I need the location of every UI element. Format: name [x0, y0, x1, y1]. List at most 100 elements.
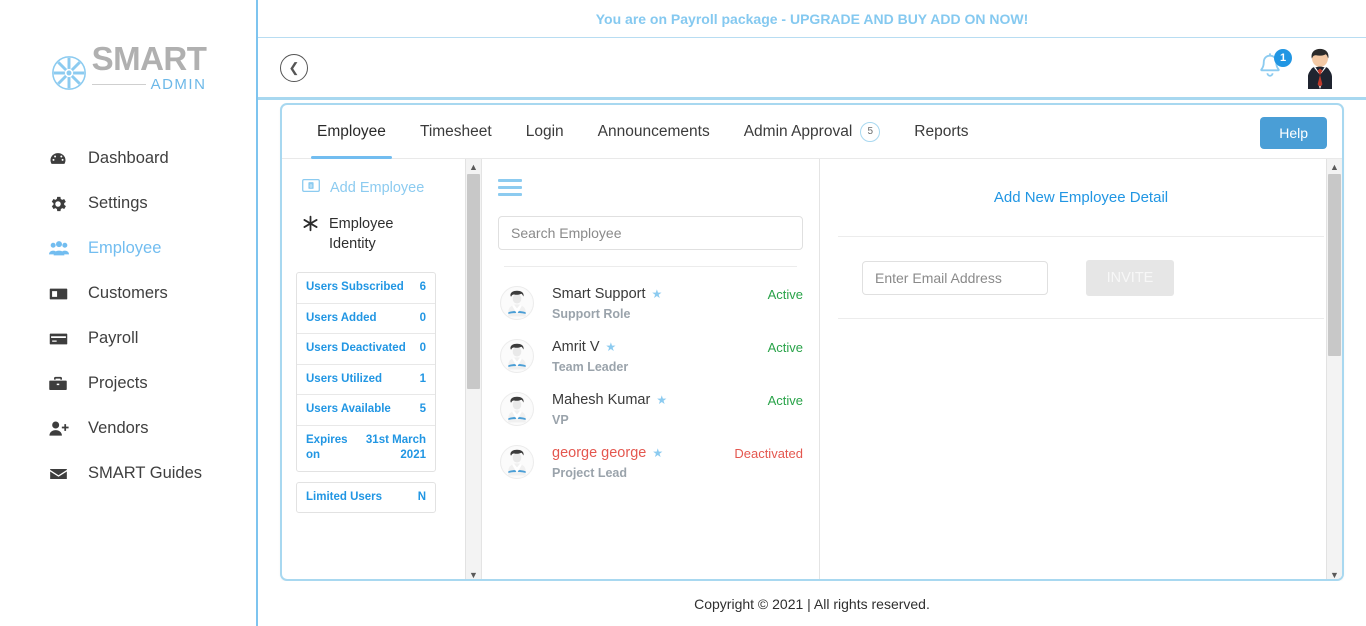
employee-name: george george: [552, 445, 646, 461]
status-badge: Active: [768, 339, 803, 355]
tab-admin-approval[interactable]: Admin Approval 5: [727, 105, 898, 158]
stat-label: Users Subscribed: [306, 280, 404, 296]
briefcase-icon: [48, 373, 74, 395]
tab-announcements[interactable]: Announcements: [581, 105, 727, 158]
stat-value: 0: [420, 311, 426, 327]
stat-label: Users Available: [306, 402, 391, 418]
left-panel-scrollbar[interactable]: ▲ ▼: [465, 159, 481, 581]
left-panel: 0 Add Employee: [282, 159, 482, 581]
avatar: [500, 445, 534, 479]
notifications-button[interactable]: 1: [1256, 52, 1286, 84]
employee-name: Mahesh Kumar: [552, 392, 650, 408]
tab-login[interactable]: Login: [509, 105, 581, 158]
tab-label: Timesheet: [420, 123, 492, 141]
employee-name: Amrit V: [552, 339, 600, 355]
user-stats-table: Users Subscribed 6 Users Added 0 Users D…: [296, 272, 436, 472]
stat-value: 0: [420, 341, 426, 357]
sidebar-item-label: Employee: [88, 239, 161, 258]
employee-card: Employee Timesheet Login Announcements A…: [280, 103, 1344, 581]
tab-timesheet[interactable]: Timesheet: [403, 105, 509, 158]
employee-list-panel: Smart Support ★ Support Role Active: [482, 159, 820, 581]
scrollbar-track[interactable]: [466, 174, 481, 567]
scrollbar-track[interactable]: [1327, 174, 1342, 567]
email-field[interactable]: [862, 261, 1048, 295]
sidebar-item-label: Vendors: [88, 419, 149, 438]
invite-button[interactable]: INVITE: [1086, 260, 1174, 296]
avatar: [500, 286, 534, 320]
help-button[interactable]: Help: [1260, 117, 1327, 149]
star-icon: ★: [652, 446, 663, 460]
scroll-up-icon[interactable]: ▲: [466, 159, 481, 174]
scrollbar-thumb[interactable]: [1328, 174, 1341, 356]
scrollbar-thumb[interactable]: [467, 174, 480, 389]
brand-logo[interactable]: SMART ADMIN: [0, 0, 256, 92]
sidebar-item-customers[interactable]: Customers: [0, 271, 256, 316]
employee-role: Support Role: [552, 307, 768, 321]
promo-banner[interactable]: You are on Payroll package - UPGRADE AND…: [258, 0, 1366, 38]
sidebar-item-payroll[interactable]: Payroll: [0, 316, 256, 361]
credit-card-icon: [48, 328, 74, 350]
topbar-actions: 1: [1256, 47, 1340, 89]
scroll-down-icon[interactable]: ▼: [466, 567, 481, 581]
id-badge-icon: 0: [302, 179, 320, 197]
tab-label: Admin Approval: [744, 123, 853, 141]
add-new-employee-detail-link[interactable]: Add New Employee Detail: [994, 189, 1168, 206]
list-divider: [504, 266, 797, 267]
list-item[interactable]: george george ★ Project Lead Deactivated: [498, 436, 803, 489]
sidebar-item-dashboard[interactable]: Dashboard: [0, 136, 256, 181]
invite-divider: [838, 318, 1324, 319]
scroll-down-icon[interactable]: ▼: [1327, 567, 1342, 581]
sidebar-item-vendors[interactable]: Vendors: [0, 406, 256, 451]
list-item[interactable]: Mahesh Kumar ★ VP Active: [498, 383, 803, 436]
user-avatar-icon[interactable]: [1300, 47, 1340, 89]
stat-row: Expires on 31st March 2021: [297, 426, 435, 471]
sidebar-item-label: Dashboard: [88, 149, 169, 168]
sidebar-item-smart-guides[interactable]: SMART Guides: [0, 451, 256, 496]
stat-value: 1: [420, 372, 426, 388]
employee-role: Project Lead: [552, 466, 734, 480]
sidebar-item-settings[interactable]: Settings: [0, 181, 256, 226]
snowflake-asterisk-icon: [302, 215, 319, 237]
star-icon: ★: [652, 287, 663, 301]
main-area: You are on Payroll package - UPGRADE AND…: [258, 0, 1366, 626]
users-group-icon: [48, 238, 74, 260]
topbar: ❮ 1: [258, 38, 1366, 100]
sidebar-item-employee[interactable]: Employee: [0, 226, 256, 271]
stat-row: Users Deactivated 0: [297, 334, 435, 365]
stat-label: Expires on: [306, 433, 351, 464]
stat-row: Users Available 5: [297, 395, 435, 426]
status-badge: Deactivated: [734, 445, 803, 461]
sidebar-item-projects[interactable]: Projects: [0, 361, 256, 406]
employee-role: VP: [552, 413, 768, 427]
brand-name-secondary: ADMIN: [151, 77, 207, 92]
status-badge: Active: [768, 286, 803, 302]
tab-bar: Employee Timesheet Login Announcements A…: [282, 105, 1342, 159]
add-employee-button[interactable]: 0 Add Employee: [282, 175, 481, 201]
sidebar-nav: Dashboard Settings: [0, 136, 256, 496]
gauge-icon: [48, 148, 74, 170]
employee-info: Amrit V ★ Team Leader: [552, 339, 768, 374]
stat-value: 6: [420, 280, 426, 296]
stat-value: 31st March 2021: [357, 433, 426, 464]
id-card-icon: [48, 283, 74, 305]
avatar: [500, 392, 534, 426]
sidebar-item-label: Customers: [88, 284, 168, 303]
chevron-left-circle-icon[interactable]: ❮: [280, 54, 308, 82]
tab-label: Announcements: [598, 123, 710, 141]
search-input[interactable]: [498, 216, 803, 250]
tab-employee[interactable]: Employee: [300, 105, 403, 158]
hamburger-menu-icon[interactable]: [498, 175, 522, 200]
status-badge: Active: [768, 392, 803, 408]
list-item[interactable]: Smart Support ★ Support Role Active: [498, 277, 803, 330]
employee-identity-button[interactable]: Employee Identity: [282, 201, 481, 254]
stat-label: Users Added: [306, 311, 377, 327]
scroll-up-icon[interactable]: ▲: [1327, 159, 1342, 174]
employee-identity-label: Employee Identity: [329, 215, 425, 254]
list-item[interactable]: Amrit V ★ Team Leader Active: [498, 330, 803, 383]
tab-reports[interactable]: Reports: [897, 105, 985, 158]
bell-icon: [1256, 69, 1284, 86]
sidebar-item-label: SMART Guides: [88, 464, 202, 483]
gear-icon: [48, 193, 74, 215]
tab-badge-count: 5: [860, 122, 880, 142]
right-panel-scrollbar[interactable]: ▲ ▼: [1326, 159, 1342, 581]
